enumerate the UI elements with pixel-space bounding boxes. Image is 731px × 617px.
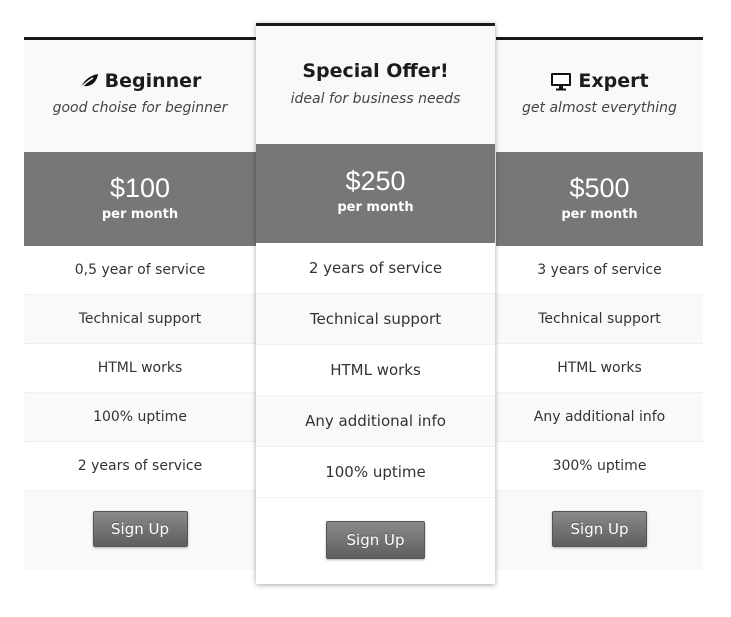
pricing-plan-beginner: Beginner good choise for beginner $100 p… xyxy=(24,37,256,570)
sign-up-button[interactable]: Sign Up xyxy=(326,521,425,559)
feature-item: Technical support xyxy=(256,294,495,345)
feature-item: Any additional info xyxy=(496,393,703,442)
feature-item: 100% uptime xyxy=(24,393,256,442)
plan-title-text: Special Offer! xyxy=(302,60,449,82)
plan-subtitle: good choise for beginner xyxy=(52,100,228,116)
plan-title: Special Offer! xyxy=(256,60,495,82)
plan-price: $500 xyxy=(569,173,630,203)
feature-item: 2 years of service xyxy=(24,442,256,491)
feature-item: HTML works xyxy=(24,344,256,393)
plan-header: Special Offer! ideal for business needs xyxy=(256,26,495,144)
price-band: $250 per month xyxy=(256,144,495,243)
plan-footer: Sign Up xyxy=(24,491,256,570)
feature-item: 2 years of service xyxy=(256,243,495,294)
feature-item: Technical support xyxy=(24,295,256,344)
plan-title: Beginner xyxy=(24,70,256,92)
feature-item: 3 years of service xyxy=(496,246,703,295)
plan-footer: Sign Up xyxy=(496,491,703,570)
plan-title: Expert xyxy=(496,70,703,92)
plan-footer: Sign Up xyxy=(256,498,495,584)
monitor-icon xyxy=(550,72,572,91)
feature-item: Technical support xyxy=(496,295,703,344)
feature-item: 300% uptime xyxy=(496,442,703,491)
sign-up-button[interactable]: Sign Up xyxy=(92,511,188,547)
feature-item: 0,5 year of service xyxy=(24,246,256,295)
plan-subtitle: ideal for business needs xyxy=(290,91,461,107)
plan-header: Expert get almost everything xyxy=(496,40,703,152)
plan-period: per month xyxy=(101,207,179,222)
plan-price: $250 xyxy=(345,166,406,196)
pricing-plan-special-offer: Special Offer! ideal for business needs … xyxy=(256,23,495,584)
plan-price: $100 xyxy=(109,173,171,203)
sign-up-button[interactable]: Sign Up xyxy=(552,511,647,547)
feature-item: Any additional info xyxy=(256,396,495,447)
plan-subtitle: get almost everything xyxy=(522,100,677,116)
feature-item: HTML works xyxy=(256,345,495,396)
leaf-icon xyxy=(79,72,99,90)
plan-period: per month xyxy=(561,207,638,222)
price-band: $100 per month xyxy=(24,152,256,246)
plan-period: per month xyxy=(337,200,414,215)
plan-title-text: Beginner xyxy=(104,70,202,92)
price-band: $500 per month xyxy=(496,152,703,246)
feature-item: 100% uptime xyxy=(256,447,495,498)
plan-header: Beginner good choise for beginner xyxy=(24,40,256,152)
feature-item: HTML works xyxy=(496,344,703,393)
plan-title-text: Expert xyxy=(578,70,649,92)
pricing-plan-expert: Expert get almost everything $500 per mo… xyxy=(496,37,703,570)
